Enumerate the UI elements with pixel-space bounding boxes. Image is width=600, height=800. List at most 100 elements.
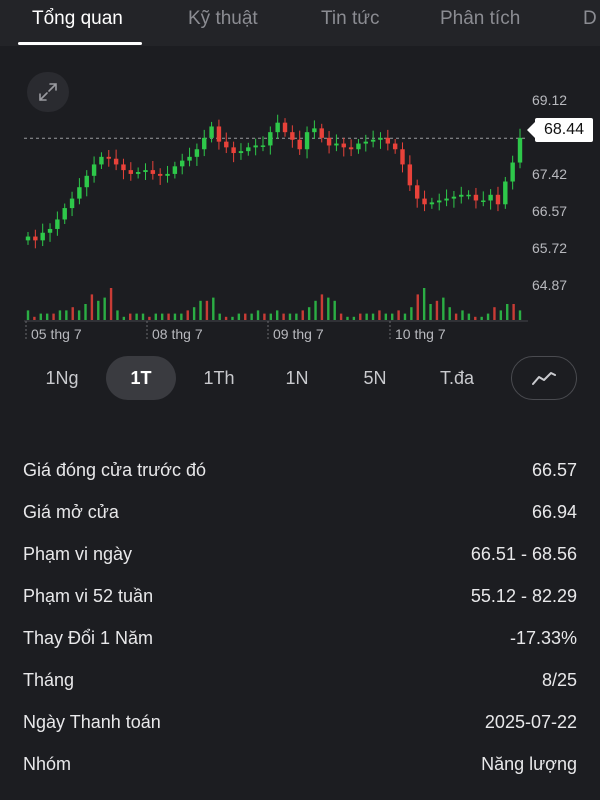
x-tick-label: 08 thg 7 [152, 326, 203, 342]
stat-row-settlement-date: Ngày Thanh toán 2025-07-22 [0, 704, 600, 744]
tab-overview[interactable]: Tổng quan [32, 8, 123, 30]
stat-value: 66.57 [531, 460, 577, 480]
candle-body [473, 194, 479, 201]
candle-body [341, 143, 346, 148]
candle-body [165, 173, 170, 176]
stat-row-group: Nhóm Năng lượng [0, 746, 600, 786]
tab-news[interactable]: Tin tức [321, 8, 379, 30]
stat-value: 8/25 [541, 670, 577, 690]
stat-row-1-year-change: Thay Đổi 1 Năm -17.33% [0, 620, 600, 660]
candle-body [282, 122, 288, 133]
line-chart-icon [532, 372, 556, 385]
candle-body [91, 164, 97, 176]
stat-row-52-week-range: Phạm vi 52 tuần 55.12 - 82.29 [0, 578, 600, 618]
volume-bar [52, 313, 55, 320]
candle-body [33, 236, 38, 241]
volume-bar [122, 316, 126, 320]
range-max[interactable]: T.đa [420, 356, 494, 400]
candle-body [150, 170, 156, 174]
volume-bar [301, 310, 304, 320]
volume-bar [506, 304, 509, 320]
volume-bar [45, 313, 49, 320]
y-tick-label: 69.12 [532, 92, 568, 108]
price-chart[interactable] [0, 52, 600, 352]
candle-body [128, 170, 134, 174]
candle-body [363, 141, 368, 144]
candle-body [312, 128, 317, 133]
range-1-year[interactable]: 1N [264, 356, 330, 400]
candle-body [55, 219, 60, 229]
stat-row-previous-close: Giá đóng cửa trước đó 66.57 [0, 452, 600, 492]
stat-value: 66.94 [531, 502, 577, 522]
candle-body [99, 156, 104, 165]
candle-body [180, 160, 185, 167]
candle-body [407, 164, 413, 186]
x-tick-label: 10 thg 7 [395, 326, 446, 342]
stat-label: Nhóm [23, 754, 72, 774]
tab-more[interactable]: D [583, 8, 597, 30]
volume-bar [378, 310, 381, 320]
y-tick-label: 67.42 [532, 166, 568, 182]
tab-technical[interactable]: Kỹ thuật [188, 8, 258, 30]
volume-bar [333, 300, 336, 320]
current-price-tag: 68.44 [527, 118, 593, 142]
volume-bar [263, 313, 266, 320]
candle-body [385, 137, 391, 144]
volume-bar [314, 300, 317, 320]
volume-bar [448, 307, 451, 320]
candle-body [202, 137, 207, 150]
candle-body [319, 128, 324, 138]
candle-body [370, 139, 376, 142]
volume-bar [180, 313, 183, 320]
range-1-month[interactable]: 1Th [186, 356, 252, 400]
stat-label: Ngày Thanh toán [23, 712, 161, 732]
range-1-week[interactable]: 1T [106, 356, 176, 400]
y-tick-label: 65.72 [532, 240, 568, 256]
volume-bar [384, 313, 388, 320]
volume-bar [33, 316, 36, 320]
volume-bar [461, 310, 464, 320]
volume-bar [467, 313, 471, 320]
tab-analysis[interactable]: Phân tích [440, 8, 520, 30]
candle-body [231, 147, 236, 154]
expand-chart-button[interactable] [27, 72, 69, 112]
candle-body [348, 147, 354, 150]
candle-body [209, 126, 214, 138]
time-range-selector: 1Ng 1T 1Th 1N 5N T.đa [0, 356, 600, 402]
volume-bar [129, 313, 132, 320]
volume-bar [391, 313, 394, 320]
volume-bar [493, 307, 496, 320]
volume-bar [327, 297, 330, 320]
volume-bar [320, 294, 324, 320]
volume-bar [410, 307, 413, 320]
candle-body [503, 181, 508, 205]
candle-body [297, 139, 302, 150]
candle-body [216, 126, 222, 142]
volume-bar [84, 304, 87, 320]
volume-bar [26, 310, 30, 320]
volume-bar [499, 310, 503, 320]
stat-label: Giá đóng cửa trước đó [23, 460, 206, 480]
candle-body [143, 170, 148, 173]
volume-bar [442, 297, 445, 320]
candle-body [444, 198, 449, 201]
stat-row-day-range: Phạm vi ngày 66.51 - 68.56 [0, 536, 600, 576]
candle-body [517, 137, 523, 163]
volume-bar [416, 294, 419, 320]
range-5-year[interactable]: 5N [342, 356, 408, 400]
candle-body [238, 151, 244, 154]
candle-body [69, 198, 75, 209]
volume-bar [422, 288, 426, 320]
volume-bar [103, 297, 106, 320]
range-1-day[interactable]: 1Ng [22, 356, 102, 400]
volume-bar [65, 310, 68, 320]
volume-bar [231, 316, 234, 320]
stat-value: 66.51 - 68.56 [470, 544, 577, 564]
candle-body [466, 194, 471, 197]
x-tick-label: 05 thg 7 [31, 326, 82, 342]
volume-bar [518, 310, 522, 320]
chart-type-button[interactable] [511, 356, 577, 400]
volume-bar [288, 313, 292, 320]
stat-label: Phạm vi 52 tuần [23, 586, 154, 606]
candlestick-chart [24, 114, 528, 341]
